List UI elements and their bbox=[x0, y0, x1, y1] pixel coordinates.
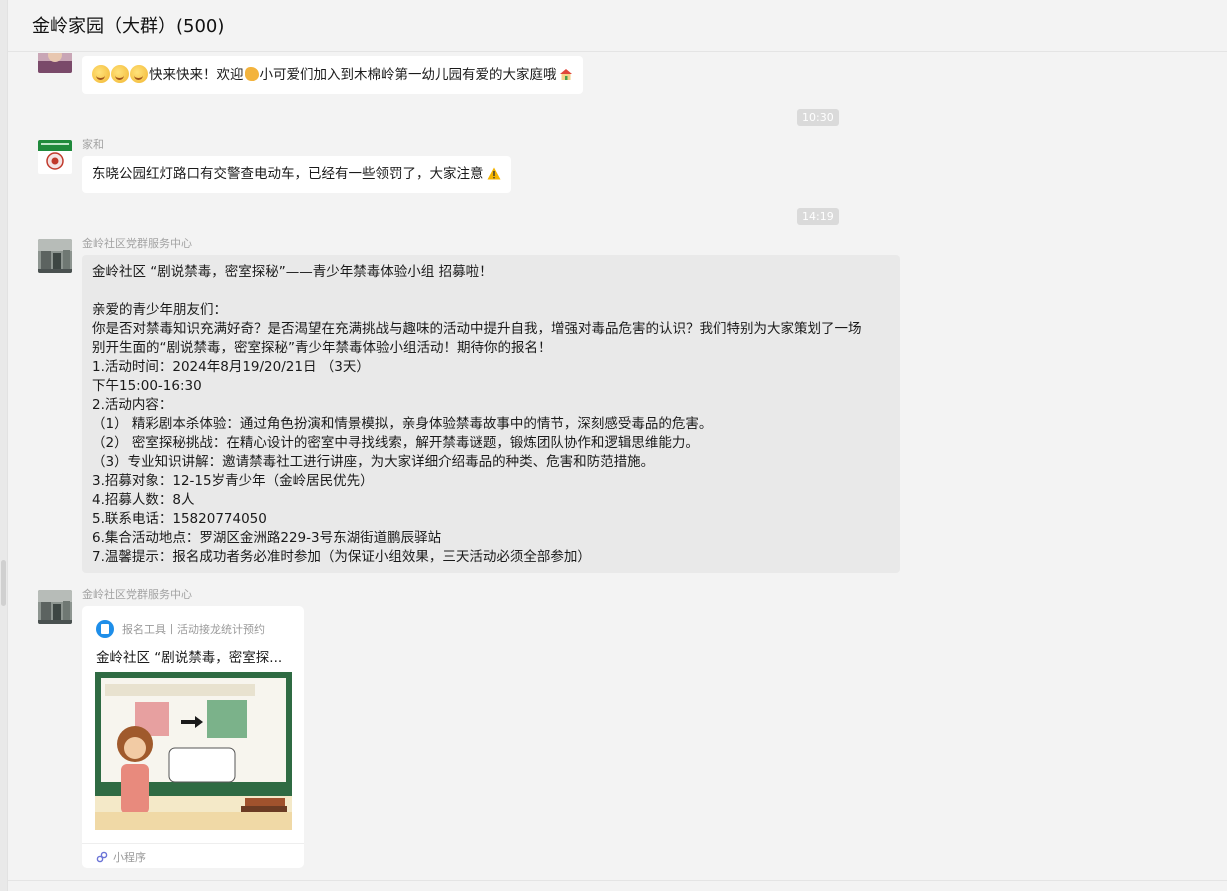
message-line: （1） 精彩剧本杀体验：通过角色扮演和情景模拟，亲身体验禁毒故事中的情节，深刻感… bbox=[92, 416, 713, 432]
message-line: 3.招募对象：12-15岁青少年（金岭居民优先） bbox=[92, 473, 374, 489]
chat-header: 金岭家园（大群）(500) bbox=[8, 0, 1227, 52]
message-bubble[interactable]: 东晓公园红灯路口有交警查电动车，已经有一些领罚了，大家注意 bbox=[82, 156, 511, 193]
message-line: 1.活动时间：2024年8月19/20/21日 （3天） bbox=[92, 359, 370, 375]
card-footer-label: 小程序 bbox=[113, 851, 146, 864]
message-line: 5.联系电话：15820774050 bbox=[92, 511, 267, 527]
card-footer: 小程序 bbox=[96, 849, 146, 865]
message-line: 6.集合活动地点：罗湖区金洲路229-3号东湖街道鹏辰驿站 bbox=[92, 530, 442, 546]
message-line: 别开生面的“剧说禁毒，密室探秘”青少年禁毒体验小组活动！期待你的报名！ bbox=[92, 340, 552, 356]
message-list[interactable]: 快来快来！欢迎 小可爱们加入到木棉岭第一幼儿园有爱的大家庭哦 10:30 家和 东… bbox=[8, 53, 1227, 891]
message-line bbox=[92, 282, 890, 301]
message-line: 4.招募人数：8人 bbox=[92, 492, 195, 508]
message-bubble[interactable]: 金岭社区 “剧说禁毒，密室探秘”——青少年禁毒体验小组 招募啦！ 亲爱的青少年朋… bbox=[82, 255, 900, 573]
card-cover-image bbox=[95, 672, 292, 830]
left-scroll-thumb[interactable] bbox=[1, 560, 6, 606]
avatar[interactable] bbox=[38, 239, 72, 273]
smile-emoji-icon bbox=[111, 65, 129, 83]
form-tool-icon bbox=[96, 620, 114, 638]
timestamp: 14:19 bbox=[797, 208, 839, 225]
card-title: 金岭社区 “剧说禁毒，密室探... bbox=[96, 650, 283, 666]
message-text: 东晓公园红灯路口有交警查电动车，已经有一些领罚了，大家注意 bbox=[92, 166, 484, 182]
message-line: 2.活动内容： bbox=[92, 397, 173, 413]
smile-emoji-icon bbox=[130, 65, 148, 83]
sender-name: 家和 bbox=[82, 138, 104, 151]
smile-emoji-icon bbox=[92, 65, 110, 83]
message-line: 7.温馨提示：报名成功者务必准时参加（为保证小组效果，三天活动必须全部参加） bbox=[92, 549, 591, 565]
timestamp: 10:30 bbox=[797, 109, 839, 126]
sender-name: 金岭社区党群服务中心 bbox=[82, 237, 192, 250]
message-line: 下午15:00-16:30 bbox=[92, 378, 202, 394]
message-text: 快来快来！欢迎 bbox=[149, 67, 244, 83]
chat-title: 金岭家园（大群）(500) bbox=[32, 16, 225, 37]
card-source: 报名工具丨活动接龙统计预约 bbox=[96, 620, 265, 638]
sender-name: 金岭社区党群服务中心 bbox=[82, 588, 192, 601]
message-line: （3）专业知识讲解：邀请禁毒社工进行讲座，为大家详细介绍毒品的种类、危害和防范措… bbox=[92, 454, 655, 470]
message-line: （2） 密室探秘挑战：在精心设计的密室中寻找线索，解开禁毒谜题，锻炼团队协作和逻… bbox=[92, 435, 699, 451]
card-source-label: 报名工具丨活动接龙统计预约 bbox=[122, 623, 265, 636]
avatar[interactable] bbox=[38, 590, 72, 624]
avatar[interactable] bbox=[38, 53, 72, 73]
message-line: 你是否对禁毒知识充满好奇？是否渴望在充满挑战与趣味的活动中提升自我，增强对毒品危… bbox=[92, 321, 862, 337]
message-text: 小可爱们加入到木棉岭第一幼儿园有爱的大家庭哦 bbox=[259, 67, 557, 83]
miniprogram-icon bbox=[96, 851, 108, 863]
message-bubble[interactable]: 快来快来！欢迎 小可爱们加入到木棉岭第一幼儿园有爱的大家庭哦 bbox=[82, 56, 583, 94]
avatar[interactable] bbox=[38, 140, 72, 174]
left-pane-edge bbox=[0, 0, 8, 891]
miniprogram-card[interactable]: 报名工具丨活动接龙统计预约 金岭社区 “剧说禁毒，密室探... 小程序 bbox=[82, 606, 304, 868]
card-divider bbox=[82, 843, 304, 844]
warning-emoji-icon bbox=[487, 167, 500, 180]
message-line: 金岭社区 “剧说禁毒，密室探秘”——青少年禁毒体验小组 招募啦！ bbox=[92, 264, 493, 280]
input-area-divider bbox=[8, 880, 1227, 881]
message-line: 亲爱的青少年朋友们： bbox=[92, 302, 227, 318]
house-emoji-icon bbox=[559, 69, 572, 80]
clap-emoji-icon bbox=[244, 67, 259, 81]
